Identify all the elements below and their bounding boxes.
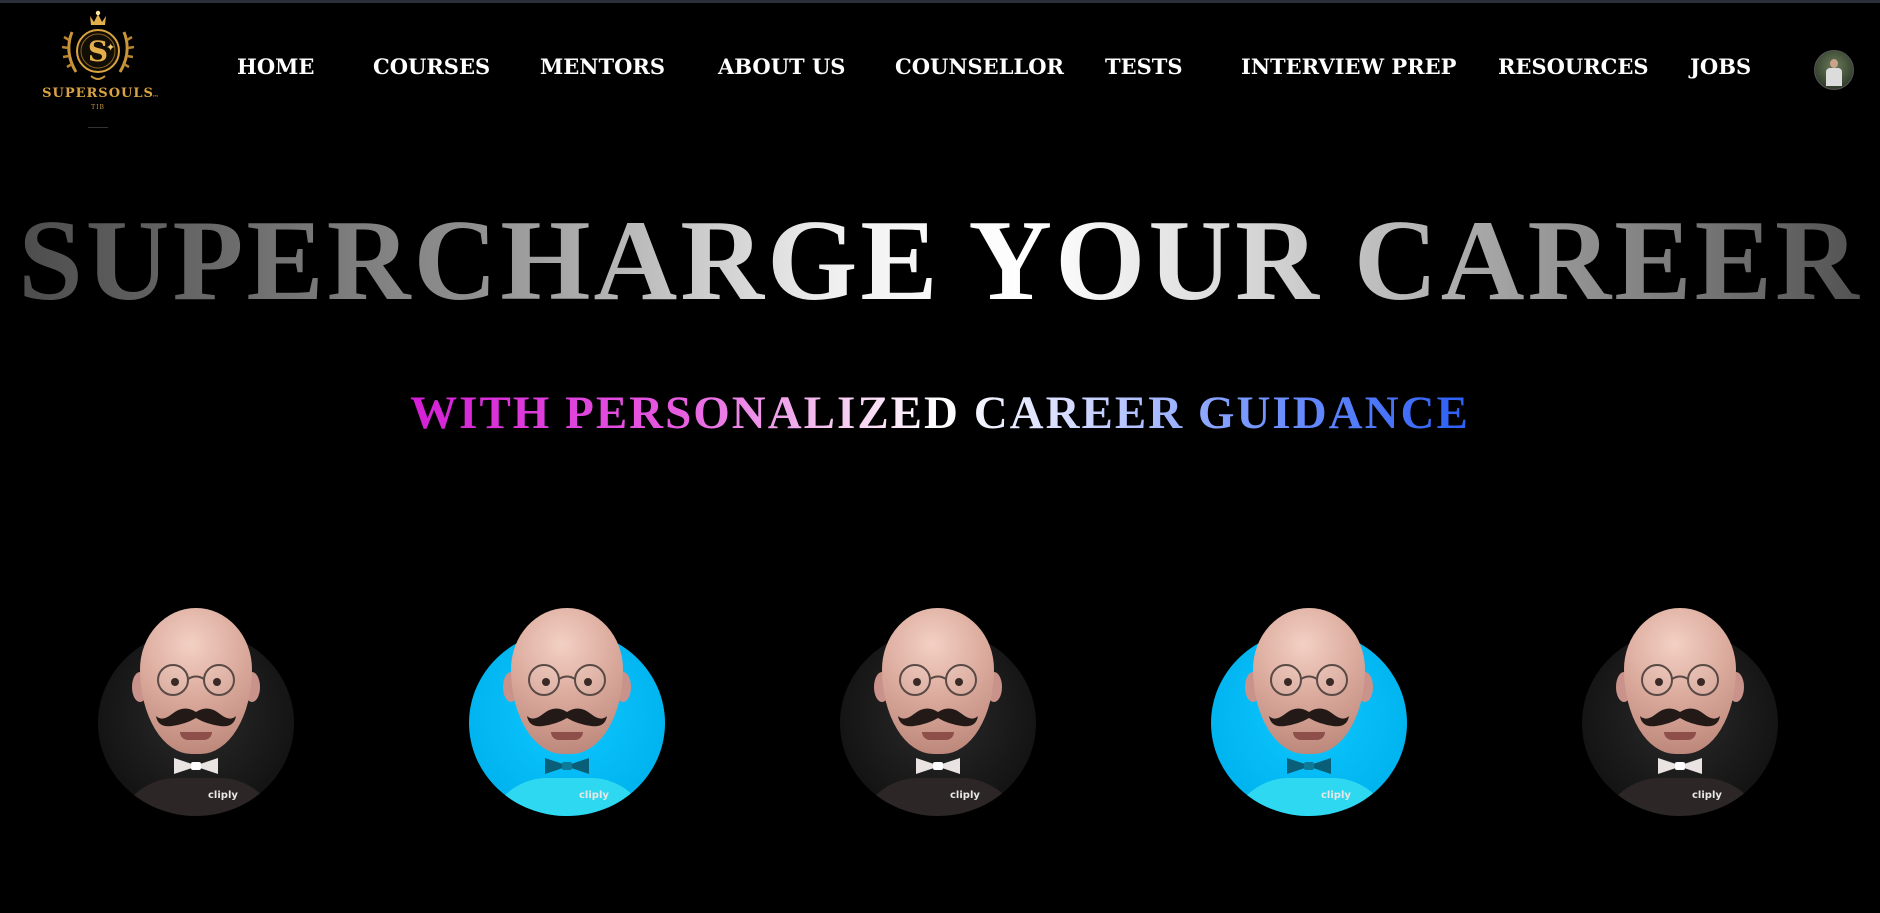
mustache-icon bbox=[1640, 708, 1720, 727]
bow-tie-icon bbox=[1287, 758, 1331, 774]
hero-subtitle: WITH PERSONALIZED CAREER GUIDANCE bbox=[410, 387, 1470, 439]
glasses-icon bbox=[899, 664, 977, 696]
nav-courses[interactable]: COURSES bbox=[373, 54, 490, 79]
mentor-brand-label: cliply bbox=[1321, 790, 1351, 801]
bow-tie-icon bbox=[1658, 758, 1702, 774]
mentor-mouth bbox=[922, 732, 954, 740]
logo-divider bbox=[88, 127, 108, 128]
trademark-mark: ™ bbox=[152, 94, 159, 102]
mentor-shirt bbox=[487, 778, 651, 816]
mustache-icon bbox=[898, 708, 978, 727]
mentor-brand-label: cliply bbox=[950, 790, 980, 801]
mentor-shirt bbox=[1600, 778, 1764, 816]
mustache-icon bbox=[527, 708, 607, 727]
mentor-card[interactable]: cliply bbox=[1580, 606, 1780, 816]
mentor-card[interactable]: cliply bbox=[838, 606, 1038, 816]
nav-interview-prep[interactable]: INTERVIEW PREP bbox=[1241, 54, 1456, 79]
brand-name: SUPERSOULS bbox=[42, 86, 154, 101]
bow-tie-icon bbox=[916, 758, 960, 774]
mentor-mouth bbox=[551, 732, 583, 740]
mentor-mouth bbox=[180, 732, 212, 740]
glasses-icon bbox=[1270, 664, 1348, 696]
nav-home[interactable]: HOME bbox=[237, 54, 314, 79]
mentor-brand-label: cliply bbox=[1692, 790, 1722, 801]
bow-tie-icon bbox=[174, 758, 218, 774]
mentor-brand-label: cliply bbox=[208, 790, 238, 801]
glasses-icon bbox=[528, 664, 606, 696]
hero-title: SUPERCHARGE YOUR CAREER bbox=[0, 196, 1880, 326]
brand-tagline: TIB bbox=[91, 104, 105, 111]
top-border bbox=[0, 0, 1880, 3]
mustache-icon bbox=[156, 708, 236, 727]
nav-counsellor[interactable]: COUNSELLOR bbox=[895, 54, 1064, 79]
hero-subtitle-wrap: WITH PERSONALIZED CAREER GUIDANCE bbox=[0, 386, 1880, 440]
nav-resources[interactable]: RESOURCES bbox=[1498, 54, 1649, 79]
mentor-shirt bbox=[858, 778, 1022, 816]
mentor-card[interactable]: cliply bbox=[96, 606, 296, 816]
avatar-body-icon bbox=[1826, 68, 1842, 86]
mentor-shirt bbox=[116, 778, 280, 816]
mentor-shirt bbox=[1229, 778, 1393, 816]
mentor-mouth bbox=[1664, 732, 1696, 740]
mentor-brand-label: cliply bbox=[579, 790, 609, 801]
glasses-icon bbox=[1641, 664, 1719, 696]
nav-tests[interactable]: TESTS bbox=[1105, 54, 1183, 79]
star-icon: ✦ bbox=[106, 41, 116, 54]
mentor-card[interactable]: cliply bbox=[1209, 606, 1409, 816]
mentor-avatars: cliply cliply cliply cliply cliply bbox=[0, 606, 1880, 826]
avatar-head-icon bbox=[1830, 59, 1838, 68]
brand-logo[interactable]: S ✦ SUPERSOULS TIB ™ bbox=[36, 10, 160, 122]
profile-avatar[interactable] bbox=[1814, 50, 1854, 90]
nav-jobs[interactable]: JOBS bbox=[1690, 54, 1751, 79]
bow-tie-icon bbox=[545, 758, 589, 774]
mentor-mouth bbox=[1293, 732, 1325, 740]
mentor-card[interactable]: cliply bbox=[467, 606, 667, 816]
glasses-icon bbox=[157, 664, 235, 696]
mustache-icon bbox=[1269, 708, 1349, 727]
nav-about-us[interactable]: ABOUT US bbox=[718, 54, 845, 79]
nav-mentors[interactable]: MENTORS bbox=[540, 54, 665, 79]
